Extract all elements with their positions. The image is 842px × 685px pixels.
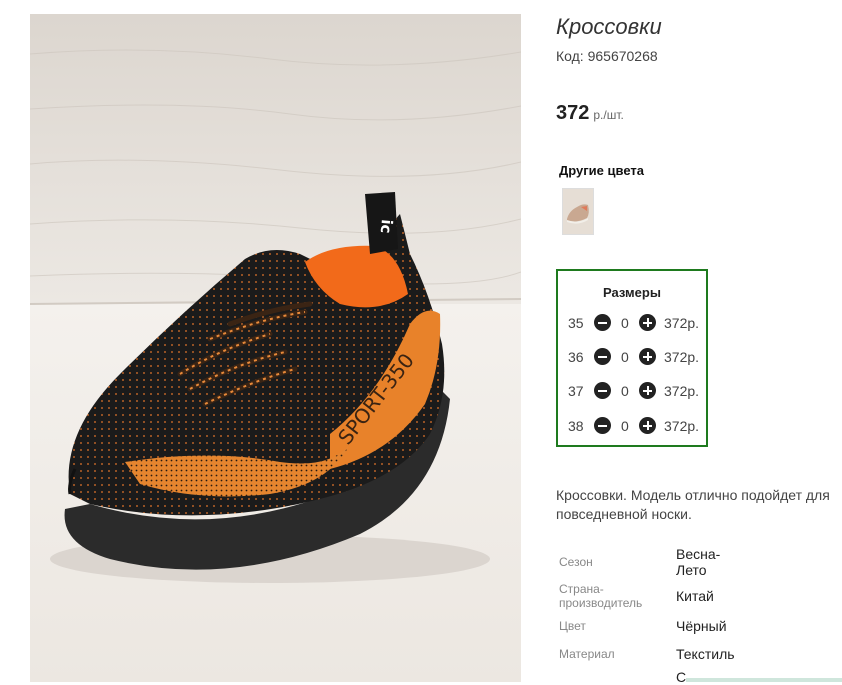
plus-icon[interactable] <box>639 314 656 331</box>
bottom-bar <box>686 678 842 682</box>
spec-label-season: Сезон <box>559 555 593 569</box>
product-title: Кроссовки <box>556 14 662 39</box>
price-unit: р./шт. <box>593 108 624 122</box>
color-variant-thumbnail[interactable] <box>562 188 594 235</box>
price-amount: 372 <box>556 102 590 124</box>
minus-icon[interactable] <box>594 348 611 365</box>
size-price: 372р. <box>664 418 700 434</box>
quantity-value: 0 <box>621 315 629 331</box>
spec-value-color: Чёрный <box>676 618 727 634</box>
size-value: 35 <box>568 315 584 331</box>
plus-icon[interactable] <box>639 382 656 399</box>
spec-value-season: Весна- Лето <box>676 546 721 578</box>
size-price: 372р. <box>664 349 700 365</box>
size-row: 35 0 372р. <box>568 313 708 333</box>
quantity-value: 0 <box>621 349 629 365</box>
product-price: 372 р./шт. <box>556 102 624 125</box>
size-price: 372р. <box>664 383 700 399</box>
minus-icon[interactable] <box>594 417 611 434</box>
sneaker-image: ic SPORT-350 <box>30 14 521 682</box>
product-description: Кроссовки. Модель отлично подойдет для п… <box>556 487 830 522</box>
spec-value-country: Китай <box>676 588 714 604</box>
spec-label-material: Материал <box>559 647 615 661</box>
size-value: 36 <box>568 349 584 365</box>
spec-label-color: Цвет <box>559 619 586 633</box>
size-price: 372р. <box>664 315 700 331</box>
minus-icon[interactable] <box>594 314 611 331</box>
spec-value-next: С <box>676 669 687 685</box>
spec-value-material: Текстиль <box>676 646 735 662</box>
plus-icon[interactable] <box>639 348 656 365</box>
size-row: 37 0 372р. <box>568 381 708 401</box>
size-value: 37 <box>568 383 584 399</box>
size-row: 38 0 372р. <box>568 416 708 436</box>
sneaker-thumbnail-icon <box>563 189 593 234</box>
product-code: Код: 965670268 <box>556 48 658 64</box>
product-photo[interactable]: ic SPORT-350 <box>30 14 521 682</box>
spec-label-country: Страна- производитель <box>559 582 643 610</box>
minus-icon[interactable] <box>594 382 611 399</box>
size-value: 38 <box>568 418 584 434</box>
plus-icon[interactable] <box>639 417 656 434</box>
other-colors-title: Другие цвета <box>559 163 644 178</box>
sizes-panel: Размеры 35 0 372р. 36 0 372р. 37 0 372р.… <box>556 269 708 447</box>
product-info: Кроссовки Код: 965670268 372 р./шт. Други… <box>556 0 842 685</box>
size-row: 36 0 372р. <box>568 347 708 367</box>
quantity-value: 0 <box>621 383 629 399</box>
sizes-title: Размеры <box>603 285 661 300</box>
quantity-value: 0 <box>621 418 629 434</box>
svg-text:ic: ic <box>377 219 396 235</box>
